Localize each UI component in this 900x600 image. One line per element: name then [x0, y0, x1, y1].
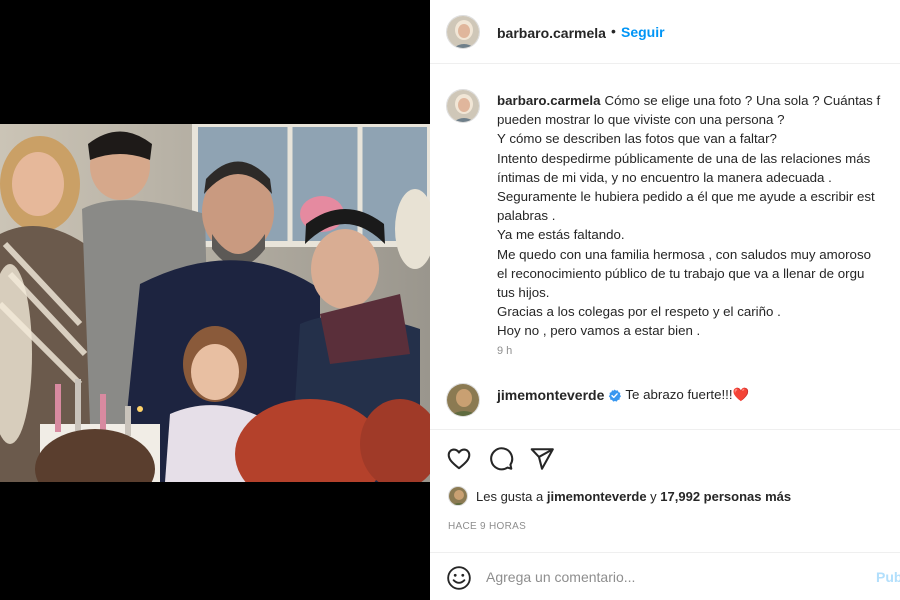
- comments-section: barbaro.carmela Cómo se elige una foto ? …: [430, 65, 900, 429]
- author-avatar[interactable]: [446, 15, 480, 49]
- commenter-avatar[interactable]: [446, 383, 480, 417]
- caption-line: íntimas de mi vida, y no encuentro la ma…: [497, 169, 832, 185]
- post-photo[interactable]: [0, 124, 430, 482]
- publish-button[interactable]: Pub: [876, 569, 900, 585]
- caption-line: Hoy no , pero vamos a estar bien .: [497, 323, 701, 339]
- add-comment-bar: Pub: [430, 552, 900, 600]
- action-bar: [430, 429, 900, 485]
- comment-username[interactable]: jimemonteverde: [497, 387, 604, 403]
- follow-button[interactable]: Seguir: [621, 24, 665, 40]
- caption-line: tus hijos.: [497, 285, 550, 301]
- caption-username[interactable]: barbaro.carmela: [497, 93, 600, 108]
- heart-icon[interactable]: [446, 446, 472, 472]
- comment-item: jimemonteverde Te abrazo fuerte!!!❤️: [497, 387, 749, 403]
- post-caption: barbaro.carmela Cómo se elige una foto ? …: [497, 91, 900, 341]
- caption-author-avatar[interactable]: [446, 89, 480, 123]
- emoji-smile-icon[interactable]: [446, 565, 472, 591]
- liker-avatar[interactable]: [448, 486, 468, 506]
- post-header: barbaro.carmela • Seguir: [430, 0, 900, 64]
- family-photo-illustration: [0, 124, 430, 482]
- caption-line: Cómo se elige una foto ? Una sola ? Cuán…: [604, 93, 881, 108]
- truncated-comment-line: [520, 421, 690, 427]
- caption-line: Gracias a los colegas por el respeto y e…: [497, 304, 781, 320]
- comment-text: Te abrazo fuerte!!!❤️: [625, 387, 750, 402]
- comment-bubble-icon[interactable]: [488, 446, 514, 472]
- post-timestamp[interactable]: HACE 9 HORAS: [448, 521, 526, 532]
- caption-line: Me quedo con una familia hermosa , con s…: [497, 246, 871, 262]
- media-pane: [0, 0, 430, 600]
- caption-time[interactable]: 9 h: [497, 345, 512, 357]
- author-username[interactable]: barbaro.carmela: [497, 25, 606, 41]
- caption-line: pueden mostrar lo que viviste con una pe…: [497, 112, 785, 128]
- likes-prefix: Les gusta a: [476, 488, 544, 504]
- caption-line: Seguramente le hubiera pedido a él que m…: [497, 189, 875, 205]
- share-plane-icon[interactable]: [529, 446, 555, 472]
- post-side-panel: barbaro.carmela • Seguir barbaro.carmela…: [430, 0, 900, 600]
- separator-dot: •: [611, 23, 616, 39]
- caption-line: Ya me estás faltando.: [497, 227, 625, 243]
- likes-user[interactable]: jimemonteverde: [547, 489, 647, 504]
- likes-summary: Les gusta a jimemonteverde y 17,992 pers…: [448, 486, 791, 506]
- verified-badge-icon: [609, 388, 622, 402]
- caption-line: Y cómo se describen las fotos que van a …: [497, 131, 777, 147]
- comment-input[interactable]: [486, 565, 856, 589]
- caption-line: el reconocimiento público de tu trabajo …: [497, 265, 865, 281]
- caption-line: palabras .: [497, 208, 556, 224]
- likes-others[interactable]: 17,992 personas más: [660, 489, 791, 504]
- likes-joiner: y: [650, 488, 657, 504]
- caption-line: Intento despedirme públicamente de una d…: [497, 150, 871, 166]
